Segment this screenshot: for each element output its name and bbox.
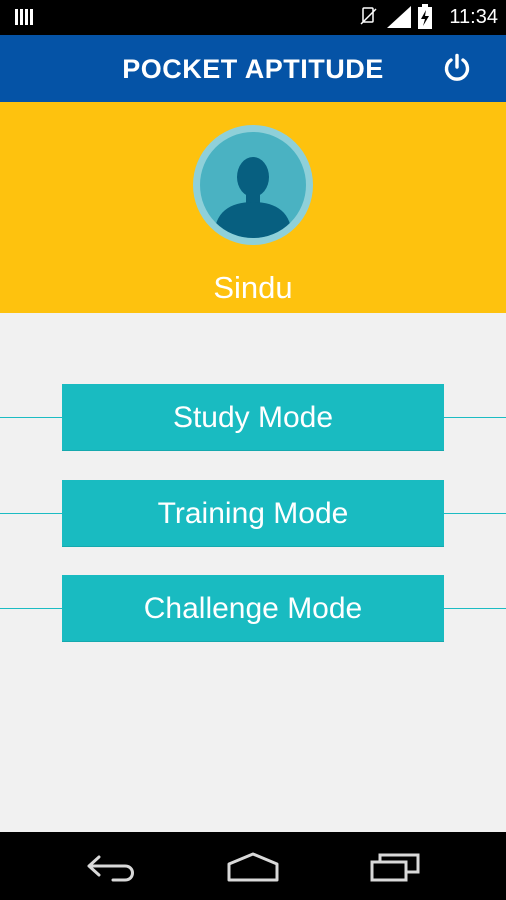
- signal-icon: [387, 6, 411, 28]
- avatar-circle: [200, 132, 306, 238]
- divider-line: [0, 417, 62, 418]
- training-mode-button[interactable]: Training Mode: [62, 480, 444, 547]
- divider-line: [0, 608, 62, 609]
- challenge-mode-button[interactable]: Challenge Mode: [62, 575, 444, 642]
- divider-line: [444, 608, 506, 609]
- divider-line: [444, 417, 506, 418]
- user-silhouette-icon: [214, 157, 292, 238]
- divider-line: [444, 513, 506, 514]
- status-time: 11:34: [449, 6, 498, 28]
- no-sim-icon: [360, 7, 377, 25]
- notification-icon: [15, 9, 33, 25]
- home-icon[interactable]: [223, 850, 283, 884]
- status-bar: 11:34: [0, 0, 506, 35]
- navigation-bar: [0, 832, 506, 900]
- study-mode-button[interactable]: Study Mode: [62, 384, 444, 451]
- app-bar: POCKET APTITUDE: [0, 35, 506, 102]
- back-icon[interactable]: [83, 850, 143, 884]
- divider-line: [0, 513, 62, 514]
- recents-icon[interactable]: [366, 850, 426, 884]
- user-name: Sindu: [213, 270, 293, 305]
- avatar: [193, 125, 313, 245]
- profile-header: Sindu: [0, 102, 506, 313]
- power-icon[interactable]: [442, 53, 472, 83]
- battery-icon: [418, 4, 432, 29]
- app-title: POCKET APTITUDE: [122, 54, 384, 84]
